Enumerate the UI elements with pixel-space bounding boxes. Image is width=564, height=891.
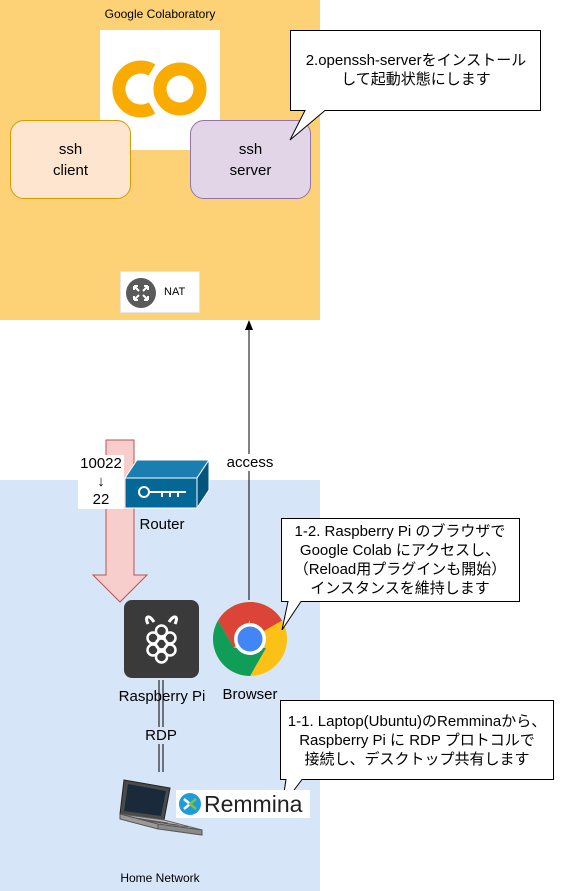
raspberry-pi-box [124,600,199,678]
rdp-label: RDP [136,727,186,744]
callout-remmina-line1: 1-1. Laptop(Ubuntu)のRemminaから、 [287,713,547,730]
callout-browser-line2: Google Colab にアクセスし、 [299,542,501,559]
callout-remmina: 1-1. Laptop(Ubuntu)のRemminaから、 Raspberry… [280,712,554,769]
port-forward-label: 10022 ↓ 22 [78,455,124,509]
router-icon [124,459,210,509]
callout-browser-line1: 1-2. Raspberry Pi のブラウザで [294,523,506,540]
callout-browser-line4: インスタンスを維持します [310,580,490,597]
callout-remmina-line3: 接続し、デスクトップ共有します [304,751,530,768]
port-forward-from: 10022 [80,455,122,472]
callout-browser-line3: （Reload用プラグインも開始） [293,561,507,578]
remmina-logo: Remmina [176,790,310,818]
callout-browser: 1-2. Raspberry Pi のブラウザで Google Colab にア… [281,522,519,598]
remmina-label: Remmina [204,791,303,817]
router-label: Router [139,516,185,533]
raspberry-pi-icon [145,615,178,664]
access-arrow-head [245,320,253,330]
access-label: access [215,454,285,471]
port-forward-arrow-glyph: ↓ [97,473,105,490]
remmina-icon [179,793,201,815]
port-forward-to: 22 [92,491,110,508]
callout-remmina-line2: Raspberry Pi に RDP プロトコルで [299,732,535,749]
